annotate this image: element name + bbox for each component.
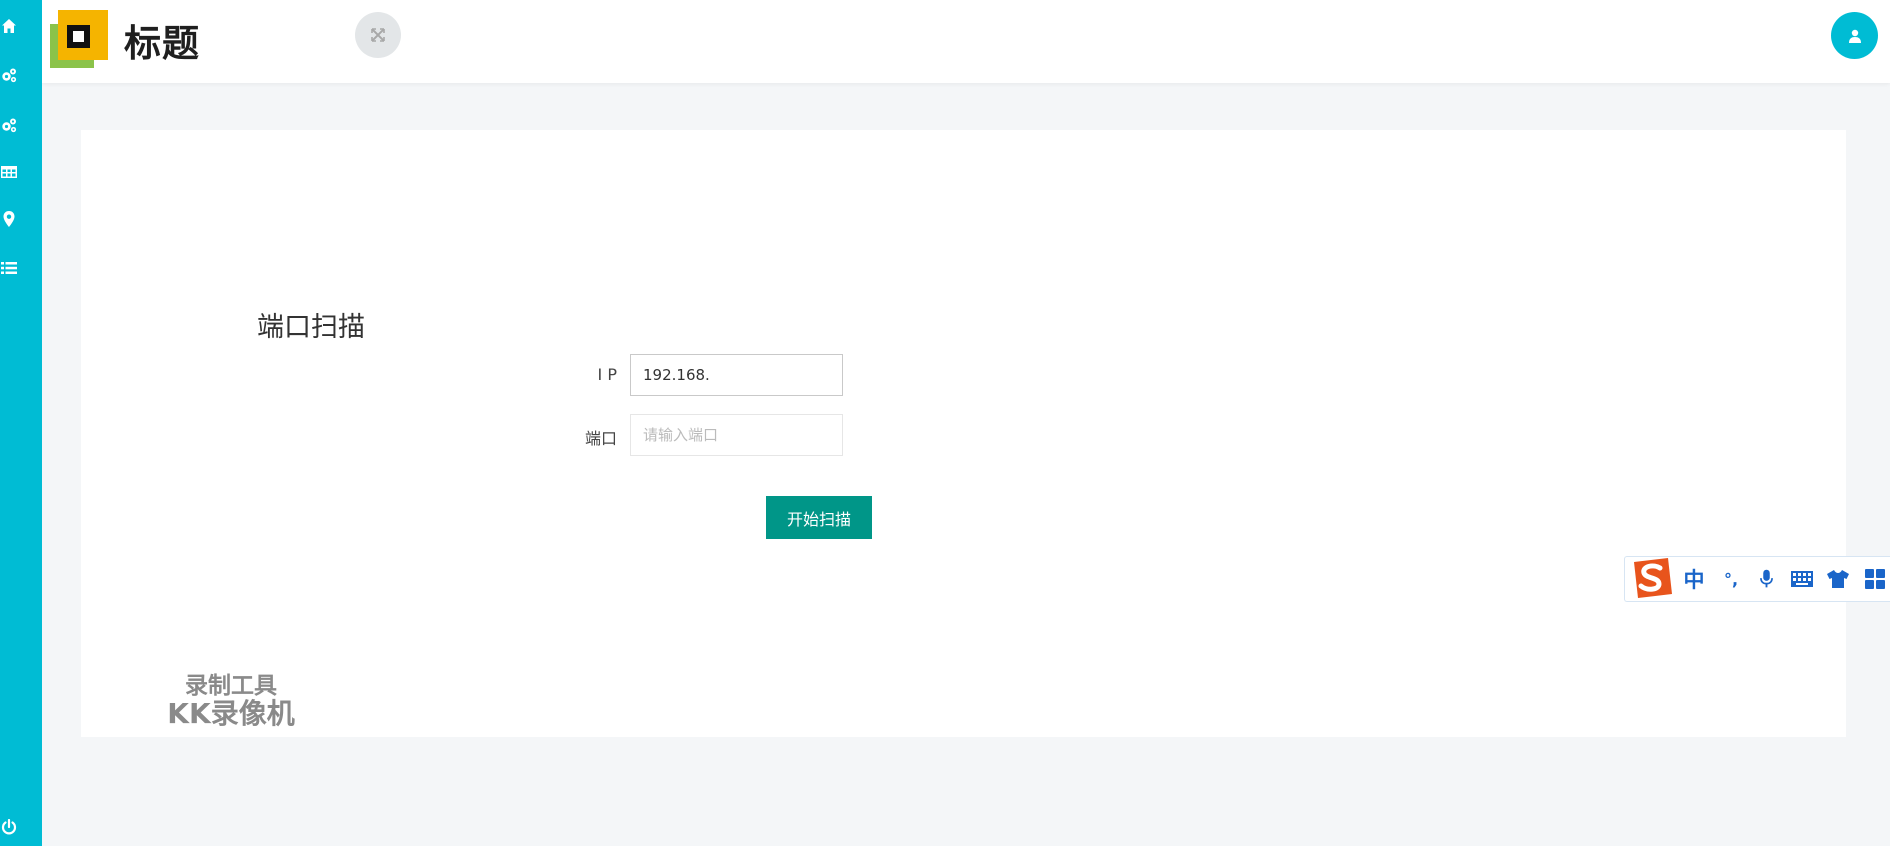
map-marker-icon [3,211,15,227]
ime-toolbar: 中 °, [1624,556,1890,602]
fullscreen-button[interactable] [355,12,401,58]
ime-voice-button[interactable] [1756,567,1776,591]
ime-mode-toggle[interactable]: 中 [1683,567,1705,592]
keyboard-icon [1791,571,1813,587]
gears-icon [2,68,17,83]
ime-keyboard-button[interactable] [1789,567,1815,591]
main-card: 端口扫描 I P 端口 开始扫描 [81,130,1846,737]
sidebar-item-list[interactable] [0,259,18,277]
ime-punctuation-toggle[interactable]: °, [1718,567,1744,591]
section-title: 端口扫描 [257,312,365,343]
user-avatar-button[interactable] [1831,12,1878,59]
port-input[interactable] [630,414,843,456]
expand-icon [371,28,385,42]
power-icon [1,819,17,835]
ime-skin-button[interactable] [1825,567,1851,591]
sidebar-item-home[interactable] [0,17,18,35]
microphone-icon [1759,569,1773,588]
sidebar-item-settings-2[interactable] [0,116,18,134]
sidebar-item-logout[interactable] [0,818,18,836]
toolbox-icon [1865,569,1885,589]
table-icon [1,166,17,178]
top-header: 标题 [42,0,1890,83]
ime-toolbox-button[interactable] [1863,567,1887,591]
app-title: 标题 [124,22,200,65]
sidebar [0,0,42,846]
sidebar-item-table[interactable] [0,163,18,181]
list-icon [1,262,17,274]
user-icon [1848,29,1861,43]
app-logo [50,10,108,68]
ip-label: I P [597,365,617,384]
sogou-logo-icon[interactable] [1628,556,1674,600]
sidebar-item-location[interactable] [0,210,18,228]
ip-input[interactable] [630,354,843,396]
watermark-line-2: KK录像机 [167,697,295,731]
home-icon [2,19,16,33]
recorder-watermark: 录制工具 KK录像机 [157,673,305,731]
start-scan-button[interactable]: 开始扫描 [766,496,872,539]
sidebar-item-settings-1[interactable] [0,66,18,84]
skin-shirt-icon [1827,570,1849,588]
port-label: 端口 [584,429,617,448]
gears-icon [2,118,17,133]
watermark-line-1: 录制工具 [185,673,277,699]
